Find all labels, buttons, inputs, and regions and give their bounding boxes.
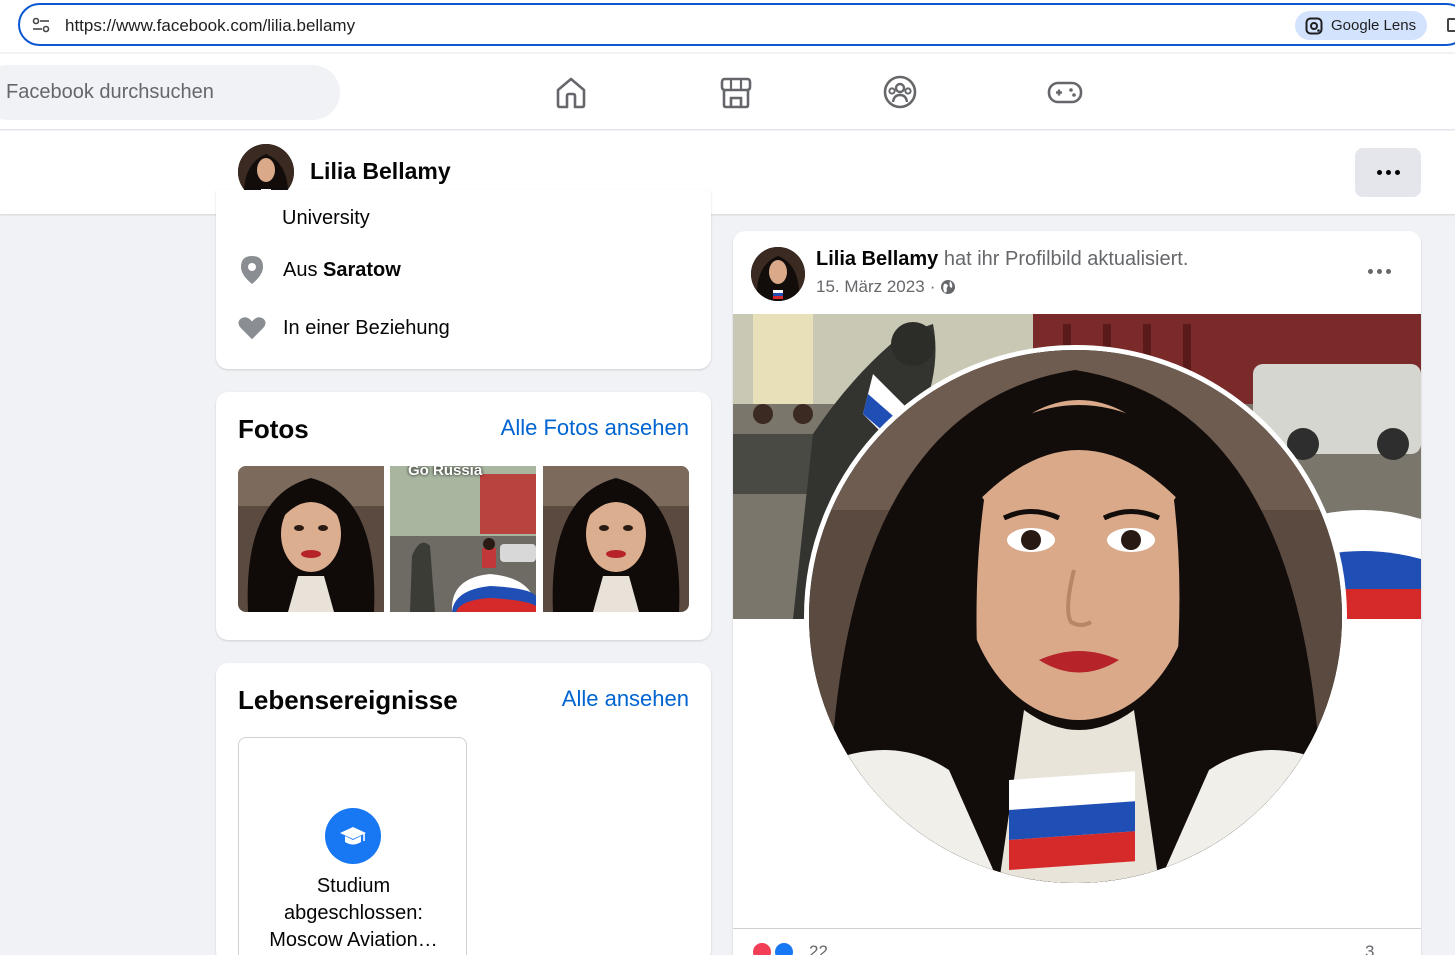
life-events-card: Lebensereignisse Alle ansehen Studium ab… xyxy=(216,663,711,955)
relationship-text: In einer Beziehung xyxy=(283,316,450,339)
hometown-prefix: Aus xyxy=(283,258,324,281)
graduation-cap-icon xyxy=(325,808,381,864)
url-text[interactable]: https://www.facebook.com/lilia.bellamy xyxy=(65,16,355,36)
post-action-text: hat ihr Profilbild aktualisiert. xyxy=(943,248,1189,270)
reaction-count[interactable]: 22 xyxy=(809,942,828,955)
post-divider xyxy=(733,928,1421,929)
education-text[interactable]: University xyxy=(282,207,370,230)
marketplace-icon[interactable] xyxy=(718,74,754,110)
hometown-city[interactable]: Saratow xyxy=(323,259,401,282)
life-events-title: Lebensereignisse xyxy=(238,685,458,715)
intro-card: University Aus Saratow In einer Beziehun… xyxy=(216,190,711,369)
photo-thumbnail[interactable] xyxy=(238,466,384,612)
all-photos-link[interactable]: Alle Fotos ansehen xyxy=(501,415,689,441)
site-settings-icon[interactable] xyxy=(32,17,50,33)
hometown-row: Aus Saratow xyxy=(238,255,401,285)
google-lens-button[interactable]: Google Lens xyxy=(1295,11,1427,40)
post-meta: 15. März 2023 · xyxy=(816,277,956,297)
google-lens-label: Google Lens xyxy=(1331,17,1417,34)
heart-icon xyxy=(238,317,266,340)
photo-thumbnail[interactable] xyxy=(543,466,689,612)
photo-thumbnail[interactable]: Go Russia xyxy=(390,466,536,612)
profile-name[interactable]: Lilia Bellamy xyxy=(310,158,451,185)
profile-picture-large[interactable] xyxy=(804,345,1347,888)
post-header-text: Lilia Bellamy hat ihr Profilbild aktuali… xyxy=(816,248,1188,271)
relationship-row: In einer Beziehung xyxy=(238,313,450,343)
more-options-button[interactable] xyxy=(1355,148,1421,197)
photo-caption: Go Russia xyxy=(408,466,483,479)
post-date[interactable]: 15. März 2023 xyxy=(816,277,925,297)
like-reaction-icon[interactable] xyxy=(773,941,795,955)
facebook-top-nav: Facebook durchsuchen xyxy=(0,54,1455,130)
address-bar[interactable]: https://www.facebook.com/lilia.bellamy G… xyxy=(18,3,1455,46)
location-pin-icon xyxy=(241,256,263,284)
photos-card: Fotos Alle Fotos ansehen Go Russia xyxy=(216,392,711,640)
search-box[interactable]: Facebook durchsuchen xyxy=(0,65,340,120)
post-author-name[interactable]: Lilia Bellamy xyxy=(816,248,938,270)
gaming-icon[interactable] xyxy=(1047,74,1083,110)
sidepanel-icon[interactable] xyxy=(1447,18,1455,32)
groups-icon[interactable] xyxy=(882,74,918,110)
home-icon[interactable] xyxy=(553,74,589,110)
globe-icon xyxy=(941,280,956,294)
all-events-link[interactable]: Alle ansehen xyxy=(562,686,689,712)
post-card: Lilia Bellamy hat ihr Profilbild aktuali… xyxy=(733,231,1421,955)
avatar[interactable] xyxy=(751,247,805,301)
life-event-text: Studium abgeschlossen: Moscow Aviation… xyxy=(269,875,438,951)
life-event-item[interactable]: Studium abgeschlossen: Moscow Aviation… xyxy=(238,737,467,955)
search-input[interactable]: Facebook durchsuchen xyxy=(6,81,214,104)
photos-title: Fotos xyxy=(238,414,309,444)
lens-icon xyxy=(1305,17,1323,34)
post-more-button[interactable] xyxy=(1368,269,1391,274)
browser-toolbar: https://www.facebook.com/lilia.bellamy G… xyxy=(0,0,1455,52)
comment-count[interactable]: 3 xyxy=(1365,942,1374,955)
love-reaction-icon[interactable] xyxy=(751,941,773,955)
